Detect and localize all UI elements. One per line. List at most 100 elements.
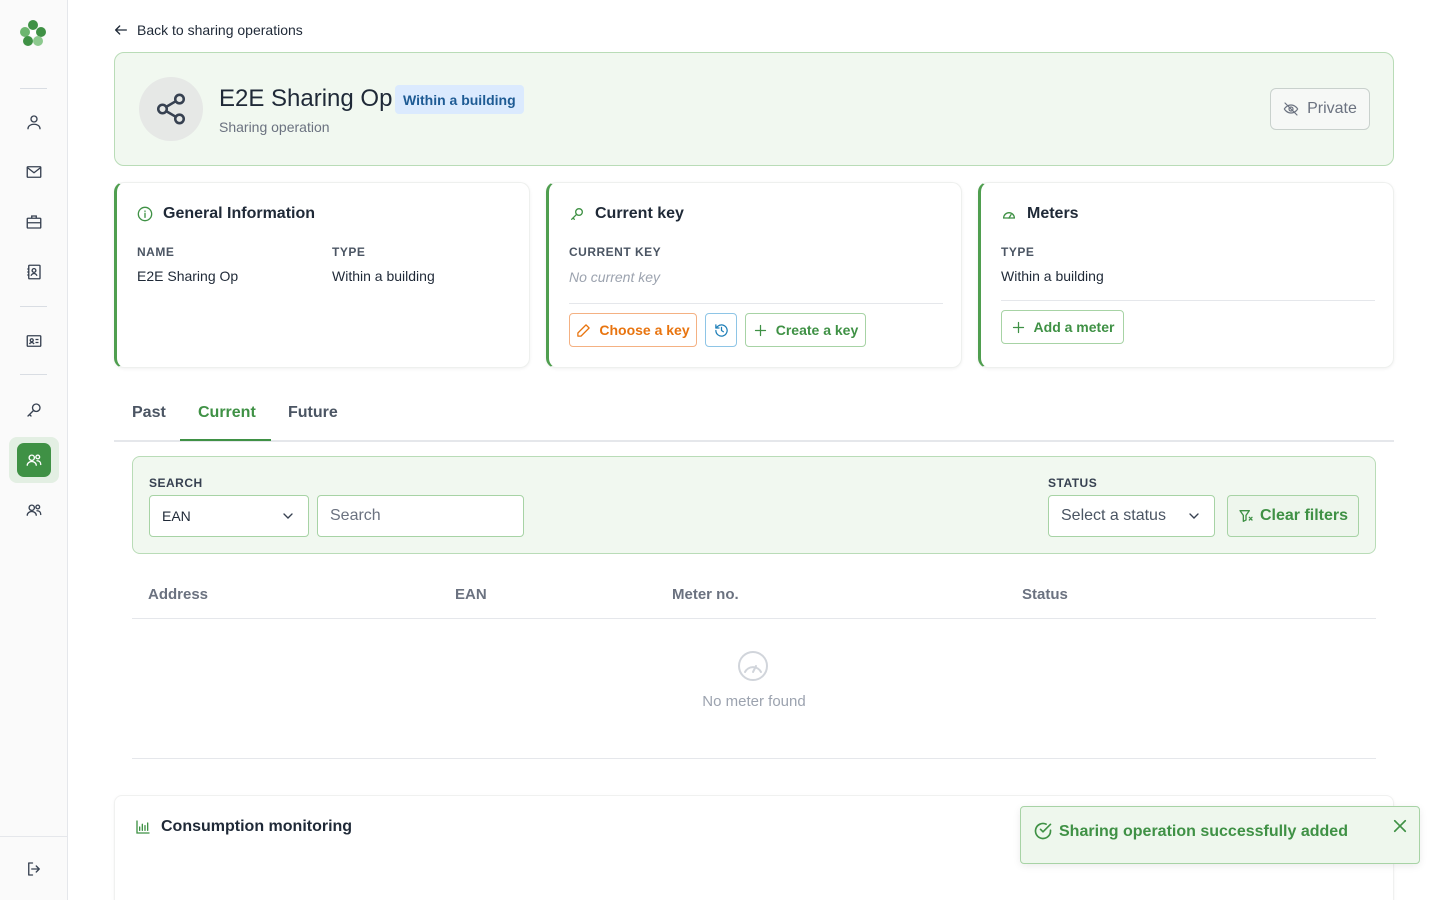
history-icon xyxy=(714,323,728,337)
gauge-icon xyxy=(1002,212,1016,219)
choose-key-button[interactable]: Choose a key xyxy=(569,313,697,347)
card-divider xyxy=(569,303,943,304)
column-ean: EAN xyxy=(455,586,487,603)
sharing-operation-header: E2E Sharing Op Within a building Sharing… xyxy=(114,52,1394,166)
clear-filters-button[interactable]: Clear filters xyxy=(1227,495,1359,537)
eye-off-icon xyxy=(1283,102,1299,116)
check-circle-icon xyxy=(1034,822,1052,840)
active-tab-indicator xyxy=(180,439,271,441)
type-value: Within a building xyxy=(332,268,435,284)
filter-clear-icon xyxy=(1239,510,1253,522)
info-icon xyxy=(137,206,153,222)
name-label: NAME xyxy=(137,245,175,259)
private-label: Private xyxy=(1307,100,1357,117)
sidebar-item-sharing-operations[interactable] xyxy=(9,437,59,483)
logout-icon xyxy=(28,862,40,876)
status-select[interactable]: Select a status xyxy=(1048,495,1215,537)
meter-type-value: Within a building xyxy=(1001,268,1104,284)
chevron-down-icon xyxy=(1189,513,1199,519)
column-address: Address xyxy=(148,586,209,603)
card-title: Meters xyxy=(1001,205,1079,223)
card-title-text: Meters xyxy=(1027,205,1079,222)
back-link-label: Back to sharing operations xyxy=(137,22,303,38)
meters-table-header: Address EAN Meter no. Status xyxy=(132,576,1376,619)
column-meter-no: Meter no. xyxy=(672,586,739,603)
type-label: TYPE xyxy=(332,245,366,259)
plus-icon xyxy=(754,324,766,336)
status-placeholder: Select a status xyxy=(1061,507,1166,524)
sidebar-item-organizations[interactable] xyxy=(9,199,59,245)
app-logo[interactable] xyxy=(18,18,48,48)
share-icon xyxy=(156,93,186,125)
current-key-card: Current key CURRENT KEY No current key C… xyxy=(546,182,962,368)
page-title: E2E Sharing Op xyxy=(219,85,393,112)
sidebar-divider xyxy=(20,306,47,307)
close-icon[interactable] xyxy=(1391,817,1409,835)
briefcase-icon xyxy=(26,215,42,229)
contacts-icon xyxy=(27,264,41,280)
id-card-icon xyxy=(26,335,42,347)
private-button[interactable]: Private xyxy=(1270,88,1370,130)
share-avatar xyxy=(139,77,203,141)
key-icon xyxy=(27,403,41,417)
card-title-text: Current key xyxy=(595,205,684,222)
success-toast: Sharing operation successfully added xyxy=(1020,806,1420,864)
current-key-value: No current key xyxy=(569,269,661,285)
page-subtitle: Sharing operation xyxy=(219,119,330,135)
tab-past[interactable]: Past xyxy=(132,404,166,422)
general-information-card: General Information NAME E2E Sharing Op … xyxy=(114,182,530,368)
status-label: STATUS xyxy=(1048,476,1098,490)
empty-meter-icon xyxy=(738,651,768,681)
card-title: Current key xyxy=(569,205,684,223)
meters-card: Meters TYPE Within a building Add a mete… xyxy=(978,182,1394,368)
user-icon xyxy=(27,115,41,130)
pencil-icon xyxy=(577,323,591,337)
choose-key-label: Choose a key xyxy=(599,322,690,338)
tab-current[interactable]: Current xyxy=(198,404,256,422)
back-to-sharing-operations-link[interactable]: Back to sharing operations xyxy=(113,20,303,40)
add-meter-label: Add a meter xyxy=(1033,319,1115,335)
current-key-label: CURRENT KEY xyxy=(569,245,662,259)
sidebar-divider xyxy=(20,374,47,375)
sidebar-item-users[interactable] xyxy=(9,99,59,145)
tab-future[interactable]: Future xyxy=(288,404,338,422)
empty-state-text: No meter found xyxy=(702,693,806,710)
sidebar xyxy=(0,0,68,900)
sidebar-item-contacts[interactable] xyxy=(9,249,59,295)
meters-table-empty-state: No meter found xyxy=(132,619,1376,759)
sidebar-divider xyxy=(0,836,68,837)
card-title-text: General Information xyxy=(163,205,316,222)
meter-type-label: TYPE xyxy=(1001,245,1035,259)
filters-panel: SEARCH EAN STATUS Select a status Clear … xyxy=(132,456,1376,554)
plus-icon xyxy=(1012,321,1024,333)
sidebar-item-keys[interactable] xyxy=(9,387,59,433)
key-history-button[interactable] xyxy=(705,313,737,347)
logout-button[interactable] xyxy=(9,846,59,892)
add-meter-button[interactable]: Add a meter xyxy=(1001,310,1124,344)
bar-chart-icon xyxy=(136,820,150,834)
sidebar-item-members[interactable] xyxy=(9,487,59,533)
search-label: SEARCH xyxy=(149,476,203,490)
name-value: E2E Sharing Op xyxy=(137,268,239,284)
sidebar-divider xyxy=(20,88,47,89)
clear-filters-label: Clear filters xyxy=(1259,507,1349,524)
card-title: Consumption monitoring xyxy=(135,818,352,836)
toast-message: Sharing operation successfully added xyxy=(1059,823,1348,840)
search-field-value: EAN xyxy=(162,508,191,524)
arrow-left-icon xyxy=(115,25,127,35)
period-tabs: Past Current Future xyxy=(114,392,1394,442)
sidebar-item-documents[interactable] xyxy=(9,318,59,364)
type-badge: Within a building xyxy=(395,85,524,114)
create-key-label: Create a key xyxy=(775,322,859,338)
mail-icon xyxy=(26,166,42,178)
sidebar-item-mail[interactable] xyxy=(9,149,59,195)
search-input[interactable] xyxy=(317,495,524,537)
create-key-button[interactable]: Create a key xyxy=(745,313,866,347)
search-field-select[interactable]: EAN xyxy=(149,495,309,537)
group-icon xyxy=(26,504,42,516)
card-title-text: Consumption monitoring xyxy=(161,818,353,835)
card-divider xyxy=(1001,300,1375,301)
key-icon xyxy=(571,208,583,220)
column-status: Status xyxy=(1022,586,1068,603)
users-icon xyxy=(26,454,42,466)
